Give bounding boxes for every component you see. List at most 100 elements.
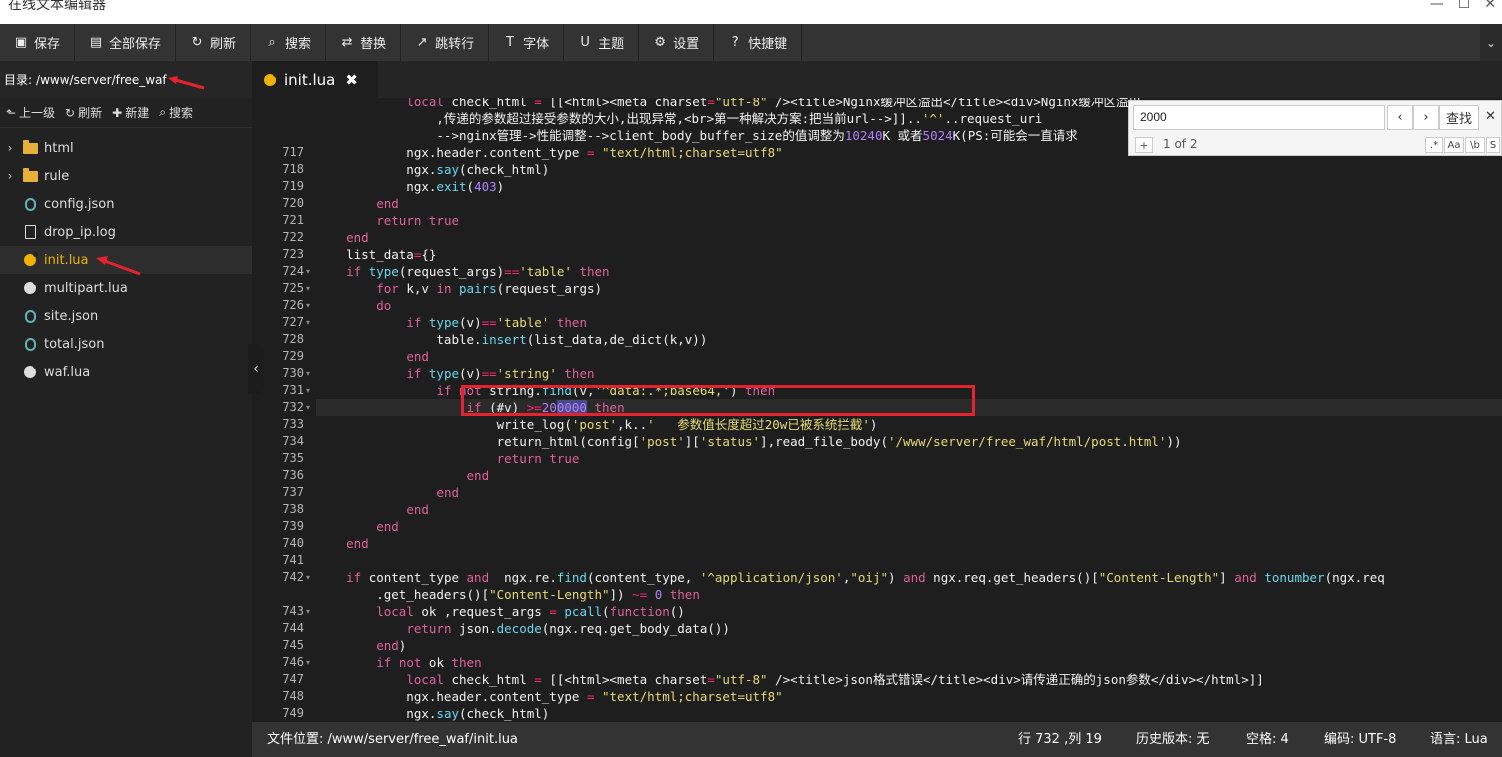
code-line[interactable]: local check_html = [[<html><meta charset…	[316, 98, 1141, 110]
code-line[interactable]: end	[316, 348, 429, 365]
fold-arrow-icon[interactable]: ▾	[306, 314, 310, 331]
json-file-icon	[24, 337, 36, 351]
code-line[interactable]: ngx.header.content_type = "text/html;cha…	[316, 688, 782, 705]
code-line[interactable]: end	[316, 501, 429, 518]
tab-init-lua[interactable]: init.lua ✖	[252, 61, 378, 98]
replace-button[interactable]: ⇄ 替换	[326, 24, 402, 61]
code-line[interactable]: if type(request_args)=='table' then	[316, 263, 609, 280]
code-line[interactable]: end	[316, 535, 369, 552]
fold-arrow-icon[interactable]: ▾	[306, 654, 310, 671]
code-line[interactable]: local ok ,request_args = pcall(function(…	[316, 603, 685, 620]
code-line[interactable]: .get_headers()["Content-Length"]) ~= 0 t…	[316, 586, 700, 603]
fold-arrow-icon[interactable]: ▾	[306, 569, 310, 586]
code-line[interactable]: list_data={}	[316, 246, 436, 263]
code-line[interactable]: ngx.say(check_html)	[316, 161, 549, 178]
tree-item-rule[interactable]: › rule	[0, 162, 252, 190]
fold-arrow-icon[interactable]: ▾	[306, 399, 310, 416]
fold-arrow-icon[interactable]: ▾	[306, 263, 310, 280]
tree-item-drop-ip-log[interactable]: drop_ip.log	[0, 218, 252, 246]
search-icon: ⌕	[268, 35, 276, 50]
fold-arrow-icon[interactable]: ▾	[306, 280, 310, 297]
minimize-icon[interactable]: —	[1430, 0, 1444, 12]
selection-option[interactable]: S	[1486, 137, 1500, 153]
code-line[interactable]: if type(v)=='string' then	[316, 365, 594, 382]
sidebar-refresh-button[interactable]: ↻ 刷新	[63, 104, 110, 121]
tree-item-config-json[interactable]: config.json	[0, 190, 252, 218]
code-line[interactable]: end	[316, 518, 399, 535]
status-history[interactable]: 历史版本: 无	[1136, 722, 1210, 757]
status-cursor-position[interactable]: 行 732 ,列 19	[1018, 722, 1102, 757]
find-next-button[interactable]: ›	[1413, 105, 1439, 130]
theme-button[interactable]: U 主题	[564, 24, 640, 61]
tree-item-html[interactable]: › html	[0, 134, 252, 162]
chevron-right-icon[interactable]: ›	[0, 169, 20, 183]
code-line[interactable]: return_html(config['post']['status'],rea…	[316, 433, 1182, 450]
find-prev-button[interactable]: ‹	[1387, 105, 1413, 130]
code-line[interactable]: write_log('post',k..' 参数值长度超过20w已被系统拦截')	[316, 416, 878, 433]
refresh-button[interactable]: ↻ 刷新	[176, 24, 252, 61]
sidebar-toggle-button[interactable]: ‹	[248, 344, 264, 394]
plus-icon: ✚	[112, 105, 123, 120]
code-line[interactable]: ngx.header.content_type = "text/html;cha…	[316, 144, 782, 161]
fold-arrow-icon[interactable]: ▾	[306, 365, 310, 382]
status-language[interactable]: 语言: Lua	[1430, 722, 1488, 757]
line-number: 736	[282, 468, 304, 482]
code-line[interactable]: -->nginx管理->性能调整-->client_body_buffer_si…	[316, 127, 1077, 144]
toggle-replace-button[interactable]: +	[1135, 137, 1153, 153]
close-find-icon[interactable]: ✕	[1485, 109, 1496, 124]
line-number: 724	[282, 264, 304, 278]
json-file-icon	[24, 309, 36, 323]
window-controls: — ☐ ✕	[1430, 0, 1496, 12]
code-line[interactable]: ngx.say(check_html)	[316, 705, 549, 722]
code-line[interactable]: end	[316, 195, 399, 212]
code-line[interactable]: return true	[316, 450, 580, 467]
code-line[interactable]: ngx.exit(403)	[316, 178, 504, 195]
tree-item-total-json[interactable]: total.json	[0, 330, 252, 358]
status-encoding[interactable]: 编码: UTF-8	[1324, 722, 1396, 757]
sidebar-search-button[interactable]: ⌕ 搜索	[157, 104, 201, 121]
code-line[interactable]: do	[316, 297, 391, 314]
tree-item-site-json[interactable]: site.json	[0, 302, 252, 330]
close-icon[interactable]: ✕	[1484, 0, 1496, 12]
save-button[interactable]: ▣ 保存	[0, 24, 76, 61]
close-tab-icon[interactable]: ✖	[345, 71, 358, 89]
fold-arrow-icon[interactable]: ▾	[306, 382, 310, 399]
code-line[interactable]: if not ok then	[316, 654, 481, 671]
fold-arrow-icon[interactable]: ▾	[306, 297, 310, 314]
code-line[interactable]: for k,v in pairs(request_args)	[316, 280, 602, 297]
maximize-icon[interactable]: ☐	[1458, 0, 1471, 12]
save-all-button[interactable]: ▤ 全部保存	[75, 24, 177, 61]
code-line[interactable]: if content_type and ngx.re.find(content_…	[316, 569, 1385, 586]
code-line[interactable]: table.insert(list_data,de_dict(k,v))	[316, 331, 707, 348]
find-submit-button[interactable]: 查找	[1439, 105, 1479, 130]
line-number: 732	[282, 400, 304, 414]
code-line[interactable]: end	[316, 484, 459, 501]
tree-item-multipart-lua[interactable]: multipart.lua	[0, 274, 252, 302]
case-option[interactable]: Aa	[1444, 137, 1464, 153]
new-file-button[interactable]: ✚ 新建	[110, 104, 157, 121]
shortcuts-button[interactable]: ? 快捷键	[714, 24, 803, 61]
code-line[interactable]: return true	[316, 212, 459, 229]
search-button[interactable]: ⌕ 搜索	[251, 24, 327, 61]
editor-tab-bar: init.lua ✖	[252, 61, 1502, 98]
status-indent[interactable]: 空格: 4	[1246, 722, 1289, 757]
regex-option[interactable]: .*	[1425, 137, 1443, 153]
find-input[interactable]: 2000	[1133, 105, 1385, 130]
chevron-right-icon[interactable]: ›	[0, 141, 20, 155]
code-line[interactable]: local check_html = [[<html><meta charset…	[316, 671, 1263, 688]
code-line[interactable]: ,传递的参数超过接受参数的大小,出现异常,<br>第一种解决方案:把当前url-…	[316, 110, 1042, 127]
code-line[interactable]: return json.decode(ngx.req.get_body_data…	[316, 620, 730, 637]
code-line[interactable]: end	[316, 229, 369, 246]
code-line[interactable]: end	[316, 467, 490, 484]
font-button[interactable]: T 字体	[489, 24, 565, 61]
settings-button[interactable]: ⚙ 设置	[639, 24, 715, 61]
goto-line-button[interactable]: ↗ 跳转行	[401, 24, 490, 61]
fold-arrow-icon[interactable]: ▾	[306, 603, 310, 620]
code-line[interactable]: end)	[316, 637, 406, 654]
toolbar-collapse-button[interactable]: ⌄	[1480, 24, 1502, 61]
replace-icon: ⇄	[341, 35, 353, 50]
tree-item-waf-lua[interactable]: waf.lua	[0, 358, 252, 386]
word-option[interactable]: \b	[1465, 137, 1485, 153]
code-line[interactable]: if type(v)=='table' then	[316, 314, 587, 331]
parent-dir-button[interactable]: ⬑ 上一级	[4, 104, 63, 121]
